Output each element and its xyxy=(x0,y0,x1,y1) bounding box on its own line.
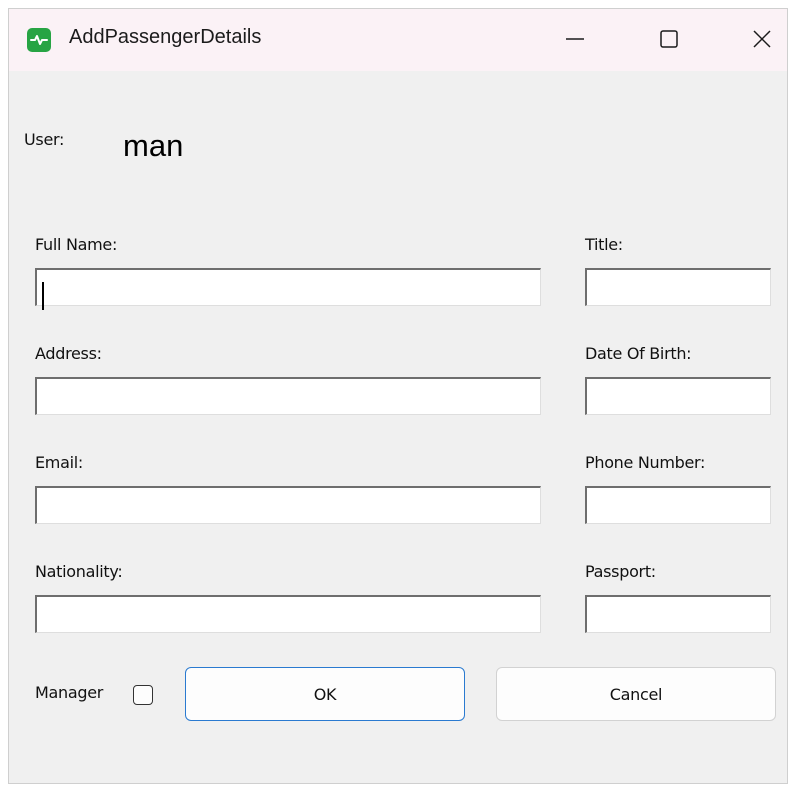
passport-label: Passport: xyxy=(585,562,656,581)
title-label: Title: xyxy=(585,235,623,254)
nationality-input[interactable] xyxy=(35,595,541,633)
add-passenger-details-window: AddPassengerDetails User: man Full Name:… xyxy=(8,8,788,784)
user-value: man xyxy=(123,128,184,163)
date-of-birth-input[interactable] xyxy=(585,377,771,415)
close-button[interactable] xyxy=(739,15,785,63)
window-title: AddPassengerDetails xyxy=(69,26,262,48)
address-input[interactable] xyxy=(35,377,541,415)
title-bar[interactable]: AddPassengerDetails xyxy=(9,9,787,71)
manager-checkbox[interactable] xyxy=(133,685,153,705)
email-label: Email: xyxy=(35,453,83,472)
title-input[interactable] xyxy=(585,268,771,306)
phone-number-label: Phone Number: xyxy=(585,453,706,472)
ok-button[interactable]: OK xyxy=(185,667,465,721)
manager-label: Manager xyxy=(35,683,104,702)
minimize-button[interactable] xyxy=(552,15,598,63)
text-cursor xyxy=(42,282,44,310)
full-name-input[interactable] xyxy=(35,268,541,306)
passport-input[interactable] xyxy=(585,595,771,633)
maximize-icon xyxy=(660,30,678,48)
minimize-icon xyxy=(566,38,584,40)
address-label: Address: xyxy=(35,344,102,363)
nationality-label: Nationality: xyxy=(35,562,123,581)
user-label: User: xyxy=(24,130,65,149)
ok-button-label: OK xyxy=(313,684,337,704)
maximize-button[interactable] xyxy=(646,15,692,63)
phone-number-input[interactable] xyxy=(585,486,771,524)
email-input[interactable] xyxy=(35,486,541,524)
full-name-label: Full Name: xyxy=(35,235,118,254)
cancel-button[interactable]: Cancel xyxy=(496,667,776,721)
cancel-button-label: Cancel xyxy=(609,684,663,704)
close-icon xyxy=(753,30,771,48)
app-icon xyxy=(27,28,51,52)
date-of-birth-label: Date Of Birth: xyxy=(585,344,692,363)
